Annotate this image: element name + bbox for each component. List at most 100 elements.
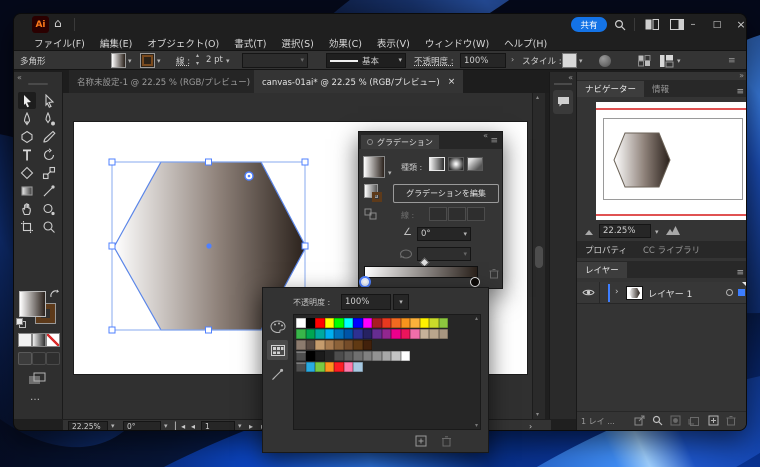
swatch[interactable] <box>315 329 325 339</box>
swatch[interactable] <box>391 351 401 361</box>
delete-layer-icon[interactable] <box>726 415 736 426</box>
swatch-group-folder-icon[interactable] <box>296 351 306 361</box>
target-circle-icon[interactable] <box>726 289 733 296</box>
polygon-shape-tool[interactable] <box>18 128 36 145</box>
layer-row[interactable]: › レイヤー 1 <box>577 282 747 304</box>
scroll-up-icon[interactable]: ▴ <box>475 315 478 322</box>
swatch[interactable] <box>334 362 344 372</box>
rotate-view-tool[interactable] <box>40 200 58 217</box>
selection-tool[interactable] <box>18 92 36 109</box>
swatch[interactable] <box>334 351 344 361</box>
stroke-swatch[interactable] <box>140 53 155 68</box>
rotation-field[interactable]: 0° <box>123 421 161 431</box>
navigator-preview[interactable] <box>596 102 747 220</box>
stroke-style-dropdown[interactable]: 基本 ▾ <box>326 53 406 68</box>
opacity-field[interactable]: 100% <box>460 53 506 68</box>
swatch-group-folder-icon[interactable] <box>296 362 306 372</box>
swatch[interactable] <box>372 351 382 361</box>
panel-menu-icon[interactable]: ≡ <box>736 87 747 97</box>
gradient-stop-end[interactable] <box>470 277 480 287</box>
opacity-label[interactable]: 不透明度 : <box>414 55 454 67</box>
shaper-tool[interactable] <box>18 164 36 181</box>
swatch[interactable] <box>439 329 449 339</box>
tab-layers[interactable]: レイヤー <box>577 262 627 278</box>
reverse-gradient-icon[interactable] <box>364 208 377 220</box>
stepper-up-icon[interactable]: ▴ <box>196 52 199 59</box>
visibility-eye-icon[interactable] <box>582 288 595 297</box>
swatch[interactable] <box>334 340 344 350</box>
swatch[interactable] <box>325 329 335 339</box>
menu-item[interactable]: ファイル(F) <box>34 36 85 50</box>
tab-navigator[interactable]: ナビゲーター <box>577 81 644 97</box>
scroll-down-icon[interactable]: ▾ <box>536 411 539 418</box>
swatch[interactable] <box>353 340 363 350</box>
chevron-down-icon[interactable]: ▾ <box>226 58 230 65</box>
swatch[interactable] <box>306 329 316 339</box>
stop-opacity-dropdown[interactable]: ▾ <box>393 294 409 310</box>
swatch[interactable] <box>315 340 325 350</box>
swatch[interactable] <box>344 362 354 372</box>
artboard-number-field[interactable]: 1 <box>201 421 235 431</box>
chevron-down-icon[interactable]: ▾ <box>655 229 659 236</box>
swatch[interactable] <box>325 318 335 328</box>
swatch[interactable] <box>401 318 411 328</box>
gradient-panel-header[interactable]: グラデーション « ≡ <box>359 132 502 149</box>
menu-item[interactable]: 編集(E) <box>100 36 132 50</box>
chevron-down-icon[interactable]: ▾ <box>157 58 161 65</box>
swatch[interactable] <box>420 318 430 328</box>
previous-artboard-icon[interactable]: ◂ <box>191 422 195 431</box>
panel-menu-icon[interactable]: ≡ <box>490 136 498 146</box>
navigator-zoom-field[interactable]: 22.25% <box>599 224 651 238</box>
brush-definition-dropdown[interactable]: ▾ <box>242 53 308 68</box>
swatch[interactable] <box>429 318 439 328</box>
tab-cc-library[interactable]: CC ライブラリ <box>635 242 708 258</box>
swatch[interactable] <box>315 318 325 328</box>
swatch[interactable] <box>401 351 411 361</box>
new-layer-icon[interactable] <box>708 415 719 426</box>
swatch[interactable] <box>429 329 439 339</box>
swatch[interactable] <box>325 340 335 350</box>
draw-normal-mode-button[interactable] <box>18 352 32 365</box>
document-setup-sphere-icon[interactable] <box>599 55 611 67</box>
selection-proxy-square[interactable] <box>738 289 745 296</box>
screen-mode-icon[interactable] <box>28 372 46 385</box>
freeform-gradient-button[interactable] <box>467 157 483 171</box>
first-artboard-icon[interactable]: ▏◂ <box>175 422 185 431</box>
menu-item[interactable]: 書式(T) <box>234 36 266 50</box>
opacity-expand-icon[interactable]: › <box>511 55 514 64</box>
chevron-down-icon[interactable]: ▾ <box>164 423 168 430</box>
share-button[interactable]: 共有 <box>571 17 607 32</box>
swatch[interactable] <box>372 329 382 339</box>
swatch[interactable] <box>382 329 392 339</box>
hand-tool[interactable] <box>18 200 36 217</box>
search-icon[interactable] <box>614 19 626 31</box>
panel-grip[interactable] <box>554 83 572 85</box>
scale-tool[interactable] <box>40 164 58 181</box>
swatch[interactable] <box>372 318 382 328</box>
gradient-angle-field[interactable]: 0° ▾ <box>417 227 471 241</box>
tab-properties[interactable]: プロパティ <box>577 242 635 258</box>
swatch[interactable] <box>296 318 306 328</box>
chevron-down-icon[interactable]: ▾ <box>128 58 132 65</box>
swatch[interactable] <box>401 329 411 339</box>
swap-fill-stroke-icon[interactable] <box>49 289 60 300</box>
linear-gradient-button[interactable] <box>429 157 445 171</box>
direct-selection-tool[interactable] <box>40 92 58 109</box>
menu-item[interactable]: オブジェクト(O) <box>147 36 219 50</box>
swatch[interactable] <box>382 318 392 328</box>
close-button[interactable]: × <box>730 14 747 35</box>
next-artboard-icon[interactable]: ▸ <box>249 422 253 431</box>
vertical-scrollbar[interactable]: ▴ ▾ <box>532 93 545 419</box>
swatch[interactable] <box>439 318 449 328</box>
zoom-tool[interactable] <box>40 218 58 235</box>
comments-panel-button[interactable] <box>553 90 573 114</box>
swatch[interactable] <box>410 318 420 328</box>
control-bar-menu-icon[interactable]: ≡ <box>728 56 736 66</box>
swatch[interactable] <box>306 362 316 372</box>
default-fill-stroke-icon[interactable] <box>16 318 26 328</box>
gradient-stroke-mini-icon2[interactable] <box>372 192 382 202</box>
swatch[interactable] <box>363 329 373 339</box>
radial-gradient-button[interactable] <box>448 157 464 171</box>
expand-layer-icon[interactable]: › <box>615 287 619 297</box>
artboard-tool[interactable] <box>18 218 36 235</box>
